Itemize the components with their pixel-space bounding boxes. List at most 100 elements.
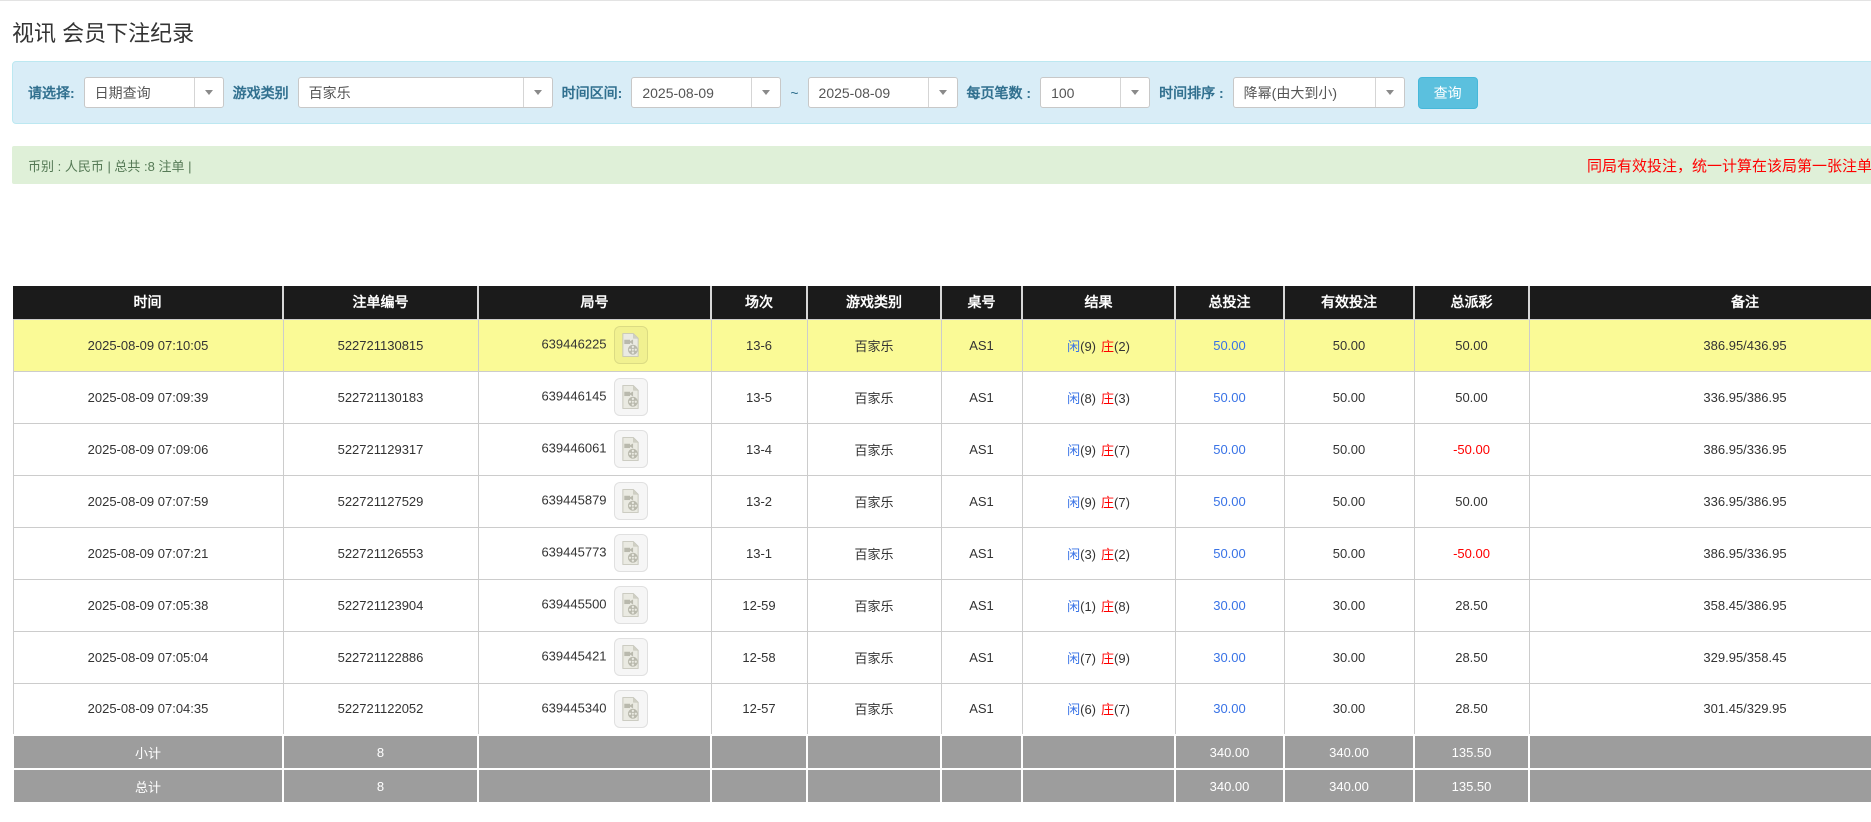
result-banker-score: (7) <box>1114 702 1130 718</box>
total-total-bet: 340.00 <box>1174 768 1285 804</box>
video-replay-icon <box>622 644 639 669</box>
video-replay-button[interactable] <box>613 638 648 676</box>
total-bet-link[interactable]: 30.00 <box>1213 598 1246 613</box>
result-player-score: (9) <box>1080 338 1096 354</box>
game-type-select[interactable]: 百家乐 <box>297 77 553 108</box>
cell-remark: 386.95/436.95 <box>1528 318 1871 372</box>
round-id-value: 639445421 <box>541 648 607 664</box>
cell-game-type: 百家乐 <box>806 318 942 372</box>
result-banker: 庄 <box>1101 546 1115 562</box>
cell-round-id: 639446061 <box>477 422 712 476</box>
total-bet-link[interactable]: 50.00 <box>1213 338 1246 353</box>
col-table-no: 桌号 <box>941 286 1023 320</box>
round-id-value: 639445500 <box>541 596 607 612</box>
chevron-down-icon <box>751 78 781 107</box>
result-banker-score: (3) <box>1114 390 1130 406</box>
video-replay-icon <box>622 488 639 513</box>
result-player-score: (7) <box>1080 650 1096 666</box>
cell-result: 闲(9) 庄(2) <box>1021 318 1176 372</box>
table-row: 2025-08-09 07:07:21 522721126553 6394457… <box>12 526 1871 580</box>
col-total-bet: 总投注 <box>1175 286 1285 320</box>
result-banker-score: (2) <box>1114 338 1130 354</box>
per-page-value: 100 <box>1051 84 1075 101</box>
cell-payout: 50.00 <box>1413 318 1530 372</box>
table-row: 2025-08-09 07:05:38 522721123904 6394455… <box>12 578 1871 632</box>
cell-table-no: AS1 <box>940 422 1023 476</box>
cell-game-type: 百家乐 <box>806 630 942 684</box>
round-id-value: 639446061 <box>541 440 607 456</box>
result-player: 闲 <box>1067 546 1081 562</box>
video-replay-icon <box>622 332 639 357</box>
video-replay-button[interactable] <box>613 430 648 468</box>
cell-valid-bet: 50.00 <box>1283 370 1415 424</box>
cell-valid-bet: 50.00 <box>1283 422 1415 476</box>
sort-order-select[interactable]: 降幂(由大到小) <box>1232 77 1405 108</box>
date-from-select[interactable]: 2025-08-09 <box>631 77 782 108</box>
result-banker: 庄 <box>1101 390 1115 406</box>
cell-result: 闲(9) 庄(7) <box>1021 474 1176 528</box>
col-game-type: 游戏类别 <box>807 286 942 320</box>
cell-remark: 336.95/386.95 <box>1528 370 1871 424</box>
query-type-select[interactable]: 日期查询 <box>83 77 224 108</box>
result-player: 闲 <box>1067 650 1081 666</box>
video-replay-icon <box>622 436 639 461</box>
subtotal-label: 小计 <box>12 734 284 770</box>
cell-payout: 28.50 <box>1413 578 1530 632</box>
total-bet-link[interactable]: 50.00 <box>1213 546 1246 561</box>
round-id-value: 639446225 <box>541 336 607 352</box>
cell-round-id: 639445773 <box>477 526 712 580</box>
video-replay-button[interactable] <box>613 326 648 364</box>
video-replay-button[interactable] <box>613 378 648 416</box>
result-player: 闲 <box>1067 598 1081 614</box>
cell-table-no: AS1 <box>940 474 1023 528</box>
video-replay-button[interactable] <box>613 534 648 572</box>
valid-bet-notice: 同局有效投注，统一计算在该局第一张注单 <box>1586 157 1871 175</box>
video-replay-button[interactable] <box>613 586 648 624</box>
cell-round-id: 639445340 <box>477 682 712 736</box>
col-remark: 备注 <box>1529 286 1871 320</box>
search-button[interactable]: 查询 <box>1417 76 1478 109</box>
subtotal-payout: 135.50 <box>1413 734 1530 770</box>
round-id-value: 639445773 <box>541 544 607 560</box>
page-container: 视讯 会员下注纪录 请选择: 日期查询 游戏类别 百家乐 时间区间: 2025-… <box>0 16 1871 804</box>
table-row: 2025-08-09 07:09:39 522721130183 6394461… <box>12 370 1871 424</box>
table-footer: 小计 8 340.00 340.00 135.50 总计 8 340.00 34… <box>12 734 1871 804</box>
cell-bet-id: 522721122886 <box>282 630 479 684</box>
total-bet-link[interactable]: 50.00 <box>1213 494 1246 509</box>
query-type-label: 请选择: <box>28 84 75 101</box>
cell-total-bet: 30.00 <box>1174 682 1285 736</box>
result-player-score: (9) <box>1080 442 1096 458</box>
cell-round-id: 639445500 <box>477 578 712 632</box>
cell-remark: 386.95/336.95 <box>1528 526 1871 580</box>
cell-result: 闲(7) 庄(9) <box>1021 630 1176 684</box>
subtotal-count: 8 <box>282 734 479 770</box>
round-id-value: 639445340 <box>541 700 607 716</box>
cell-session: 12-59 <box>710 578 808 632</box>
total-bet-link[interactable]: 30.00 <box>1213 701 1246 716</box>
date-from-value: 2025-08-09 <box>642 84 714 101</box>
total-bet-link[interactable]: 50.00 <box>1213 442 1246 457</box>
total-bet-link[interactable]: 50.00 <box>1213 390 1246 405</box>
result-banker-score: (7) <box>1114 442 1130 458</box>
video-replay-icon <box>622 540 639 565</box>
cell-bet-id: 522721123904 <box>282 578 479 632</box>
col-result: 结果 <box>1022 286 1176 320</box>
subtotal-total-bet: 340.00 <box>1174 734 1285 770</box>
cell-session: 13-5 <box>710 370 808 424</box>
cell-valid-bet: 50.00 <box>1283 474 1415 528</box>
per-page-select[interactable]: 100 <box>1040 77 1151 108</box>
cell-total-bet: 30.00 <box>1174 578 1285 632</box>
video-replay-button[interactable] <box>613 482 648 520</box>
result-banker-score: (2) <box>1114 546 1130 562</box>
cell-round-id: 639445421 <box>477 630 712 684</box>
cell-bet-id: 522721130183 <box>282 370 479 424</box>
cell-payout: -50.00 <box>1413 526 1530 580</box>
chevron-down-icon <box>522 78 552 107</box>
cell-remark: 329.95/358.45 <box>1528 630 1871 684</box>
currency-total-text: 币别 : 人民币 | 总共 :8 注单 | <box>28 158 192 174</box>
cell-total-bet: 50.00 <box>1174 474 1285 528</box>
total-bet-link[interactable]: 30.00 <box>1213 650 1246 665</box>
video-replay-button[interactable] <box>613 689 648 728</box>
date-to-select[interactable]: 2025-08-09 <box>807 77 958 108</box>
cell-bet-id: 522721122052 <box>282 682 479 736</box>
